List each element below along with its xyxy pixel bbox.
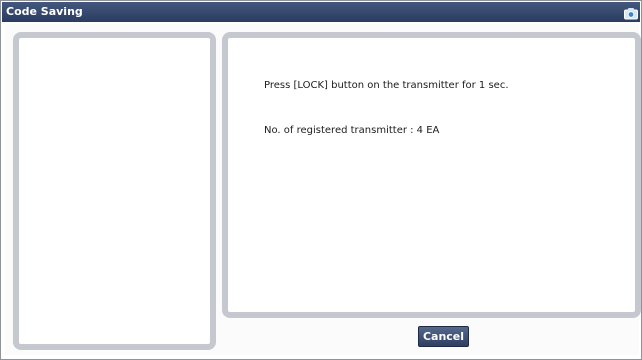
code-saving-window: Code Saving Press [LOCK] button on the t…	[0, 0, 642, 360]
title-bar: Code Saving	[2, 2, 640, 22]
message-panel: Press [LOCK] button on the transmitter f…	[222, 32, 641, 318]
camera-icon[interactable]	[624, 5, 638, 20]
instruction-text: Press [LOCK] button on the transmitter f…	[264, 80, 509, 91]
registered-count-text: No. of registered transmitter : 4 EA	[264, 125, 440, 136]
cancel-button[interactable]: Cancel	[418, 326, 469, 347]
window-title: Code Saving	[6, 5, 83, 18]
left-panel	[13, 32, 216, 350]
